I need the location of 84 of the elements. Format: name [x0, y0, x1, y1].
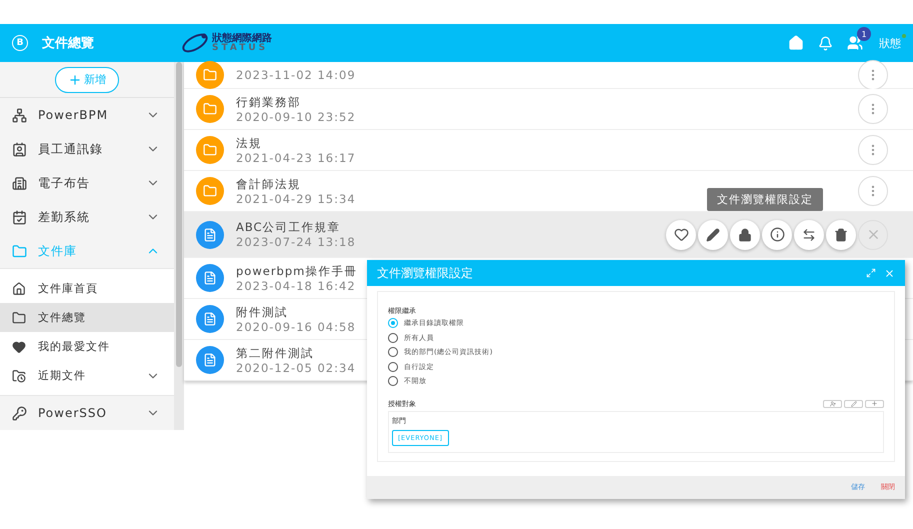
plus-icon — [871, 400, 878, 407]
user-plus-icon — [830, 400, 836, 406]
edit-button[interactable] — [698, 220, 728, 250]
file-title: 行銷業務部 — [236, 94, 301, 110]
more-button[interactable] — [858, 60, 888, 90]
file-title: powerbpm操作手冊 — [236, 264, 358, 278]
file-date: 2021-04-23 16:17 — [236, 150, 356, 164]
building-icon — [12, 176, 28, 191]
edit-button[interactable] — [844, 400, 863, 408]
sidebar-item[interactable]: 電子布告 — [0, 166, 174, 200]
file-title: 第二附件測試 — [236, 346, 314, 360]
file-date: 2021-04-29 15:34 — [236, 192, 356, 206]
folder-icon — [196, 136, 224, 164]
folder-icon — [196, 95, 224, 123]
delete-button[interactable] — [826, 220, 856, 250]
radio-button[interactable] — [388, 362, 398, 372]
pencil-icon — [850, 400, 856, 406]
radio-button[interactable] — [388, 332, 398, 343]
plus-icon — [68, 72, 82, 87]
home-icon — [12, 282, 28, 296]
users-icon[interactable] — [847, 35, 863, 51]
file-row[interactable]: 行銷業務部 2020-09-10 23:52 — [184, 89, 913, 130]
logo-text: 狀態網際網路 — [212, 34, 272, 44]
arrows-icon — [802, 228, 816, 242]
hierarchy-icon — [12, 108, 28, 123]
notification-badge: 1 — [857, 27, 871, 41]
favorite-button[interactable] — [666, 220, 696, 250]
move-button[interactable] — [794, 220, 824, 250]
document-icon — [196, 220, 224, 248]
file-date: 2020-09-10 23:52 — [236, 110, 356, 124]
folder-icon — [196, 61, 224, 89]
heart-icon — [12, 340, 28, 354]
heart-icon — [674, 227, 688, 242]
lock-icon — [738, 228, 752, 242]
sidebar-item[interactable]: 近期文件 — [0, 361, 174, 390]
document-icon — [196, 305, 224, 333]
sidebar-item[interactable]: 員工通訊錄 — [0, 132, 174, 166]
tooltip: 文件瀏覽權限設定 — [707, 188, 823, 211]
info-icon — [770, 227, 784, 242]
calendar-icon — [12, 210, 28, 225]
permission-button[interactable] — [730, 220, 760, 250]
radio-button[interactable] — [388, 318, 398, 328]
pencil-icon — [706, 228, 720, 242]
file-date: 2023-04-18 16:42 — [236, 278, 356, 292]
orbit-logo-icon — [180, 31, 210, 55]
sidebar-item[interactable]: 差勤系統 — [0, 200, 174, 234]
page-title: 文件總覽 — [42, 34, 94, 52]
sidebar-item[interactable]: 文件庫首頁 — [0, 274, 174, 304]
bell-icon[interactable] — [818, 36, 833, 50]
file-title: ABC公司工作規章 — [236, 220, 341, 235]
file-date: 2023-07-24 13:18 — [236, 235, 356, 249]
file-title: 附件測試 — [236, 304, 288, 320]
file-date: 2020-09-16 04:58 — [236, 320, 356, 334]
file-date: 2020-12-05 02:34 — [236, 360, 356, 374]
online-status-dot — [902, 34, 906, 38]
add-button[interactable] — [865, 400, 884, 408]
close-icon[interactable] — [884, 268, 895, 278]
logo-subtext: STATUS — [212, 44, 270, 52]
trash-icon — [834, 228, 848, 242]
document-icon — [196, 264, 224, 292]
add-user-button[interactable] — [823, 400, 842, 408]
dialog-title: 文件瀏覽權限設定 — [377, 264, 474, 282]
home-icon[interactable] — [788, 35, 804, 51]
file-row[interactable]: 2023-11-02 14:09 — [184, 62, 913, 89]
file-row[interactable]: 法規 2021-04-23 16:17 — [184, 130, 913, 171]
file-title: 法規 — [236, 136, 262, 150]
app-badge: B — [12, 35, 28, 51]
radio-button[interactable] — [388, 347, 398, 358]
folder-icon — [12, 244, 28, 259]
folder-clock-icon — [12, 368, 28, 383]
folder-icon — [196, 177, 224, 205]
scrollbar-thumb[interactable] — [176, 62, 182, 367]
sidebar-item[interactable]: PowerBPM — [0, 98, 174, 132]
folder-icon — [12, 310, 28, 325]
sidebar-item[interactable]: 我的最愛文件 — [0, 332, 174, 362]
id-badge-icon — [12, 142, 28, 157]
info-button[interactable] — [762, 220, 792, 250]
file-date: 2023-11-02 14:09 — [236, 68, 356, 82]
maximize-icon[interactable] — [866, 268, 876, 278]
key-icon — [12, 406, 28, 421]
sidebar-item[interactable]: 文件總覽 — [0, 303, 174, 332]
sidebar-item[interactable]: PowerSSO — [0, 396, 174, 430]
document-icon — [196, 346, 224, 374]
radio-button[interactable] — [388, 376, 398, 386]
